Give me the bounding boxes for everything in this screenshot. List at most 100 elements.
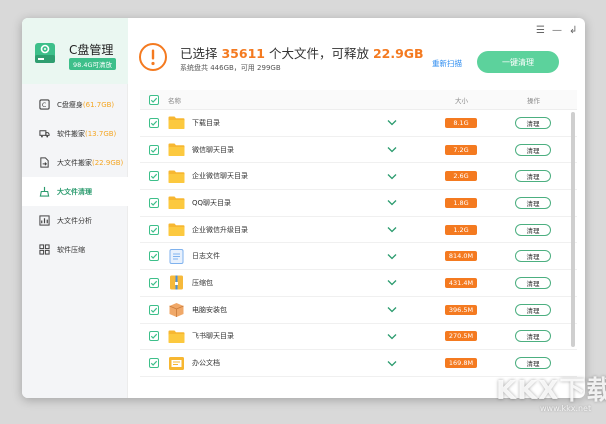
sidebar-item-label: 软件压缩 (57, 245, 85, 254)
svg-text:C: C (42, 101, 47, 109)
package-icon (168, 302, 185, 318)
brand-header: C盘管理 98.4G可清放 (22, 18, 128, 84)
row-checkbox[interactable] (149, 117, 159, 128)
row-name: QQ聊天目录 (192, 198, 232, 207)
table-row[interactable]: QQ聊天目录 1.8G 清理 (140, 190, 577, 217)
analysis-icon (39, 215, 50, 226)
row-clean-button[interactable]: 清理 (515, 223, 551, 236)
sidebar-item-bigfile-clean[interactable]: 大文件清理 (22, 177, 128, 206)
row-clean-button[interactable]: 清理 (515, 276, 551, 289)
row-clean-button[interactable]: 清理 (515, 303, 551, 316)
row-size-badge: 1.2G (445, 224, 477, 235)
table-row[interactable]: 飞书聊天目录 270.5M 清理 (140, 324, 577, 351)
chevron-down-icon[interactable] (387, 226, 397, 233)
sidebar-item-software-compress[interactable]: 软件压缩 (22, 235, 128, 264)
table-row[interactable]: 下载目录 8.1G 清理 (140, 110, 577, 137)
disk-cleaner-logo-icon (35, 43, 55, 63)
sidebar-item-size: (61.7GB) (82, 100, 115, 109)
row-checkbox[interactable] (149, 277, 159, 288)
select-all-checkbox[interactable] (149, 94, 159, 105)
row-clean-button[interactable]: 清理 (515, 357, 551, 370)
row-checkbox[interactable] (149, 144, 159, 155)
minimize-button[interactable]: — (552, 25, 562, 36)
row-clean-button[interactable]: 清理 (515, 170, 551, 183)
row-size-badge: 8.1G (445, 117, 477, 128)
folder-icon (168, 142, 185, 157)
chevron-down-icon[interactable] (387, 146, 397, 153)
chevron-down-icon[interactable] (387, 199, 397, 206)
chevron-down-icon[interactable] (387, 173, 397, 180)
table-row[interactable]: 企业微信聊天目录 2.6G 清理 (140, 163, 577, 191)
folder-icon (168, 169, 185, 184)
scrollbar[interactable] (571, 112, 575, 347)
row-name: 企业微信升级目录 (192, 225, 248, 234)
sidebar: C盘管理 98.4G可清放 C C盘瘦身 (61.7GB) 软件搬家 (13.7… (22, 18, 128, 398)
compress-icon (39, 244, 50, 255)
broom-icon (39, 186, 50, 197)
table-row[interactable]: 企业微信升级目录 1.2G 清理 (140, 217, 577, 244)
row-name: 飞书聊天目录 (192, 332, 234, 341)
row-checkbox[interactable] (149, 197, 159, 208)
row-checkbox[interactable] (149, 358, 159, 369)
row-name: 办公文档 (192, 359, 220, 368)
row-clean-button[interactable]: 清理 (515, 196, 551, 209)
sidebar-item-size: (13.7GB) (85, 129, 117, 138)
chevron-down-icon[interactable] (387, 333, 397, 340)
row-size-badge: 814.0M (445, 251, 477, 262)
header-size: 大小 (455, 96, 468, 105)
summary-prefix: 已选择 (180, 46, 222, 61)
row-name: 压缩包 (192, 278, 213, 287)
row-clean-button[interactable]: 清理 (515, 250, 551, 263)
row-clean-button[interactable]: 清理 (515, 116, 551, 129)
freeable-size: 22.9GB (372, 46, 424, 61)
folder-icon (168, 222, 185, 237)
sidebar-item-software-move[interactable]: 软件搬家 (13.7GB) (22, 119, 128, 148)
table-row[interactable]: 压缩包 431.4M 清理 (140, 270, 577, 297)
chevron-down-icon[interactable] (387, 306, 397, 313)
row-checkbox[interactable] (149, 331, 159, 342)
row-checkbox[interactable] (149, 304, 159, 315)
chevron-down-icon[interactable] (387, 279, 397, 286)
sidebar-item-label: 大文件搬家 (57, 158, 92, 167)
table-row[interactable]: 电脑安装包 396.5M 清理 (140, 297, 577, 324)
row-size-badge: 1.8G (445, 197, 477, 208)
table-row[interactable]: 微信聊天目录 7.2G 清理 (140, 137, 577, 164)
watermark-logo-text: KKX下载 (496, 376, 606, 406)
disk-info: 系统盘共 446GB，可用 299GB (180, 64, 281, 72)
sidebar-item-bigfile-analysis[interactable]: 大文件分析 (22, 206, 128, 235)
row-size-badge: 2.6G (445, 171, 477, 182)
row-clean-button[interactable]: 清理 (515, 330, 551, 343)
table-row[interactable]: 日志文件 814.0M 清理 (140, 243, 577, 271)
sidebar-item-bigfile-move[interactable]: 大文件搬家 (22.9GB) (22, 148, 128, 177)
row-checkbox[interactable] (149, 171, 159, 182)
sidebar-item-c-slim[interactable]: C C盘瘦身 (61.7GB) (22, 90, 128, 119)
row-checkbox[interactable] (149, 251, 159, 262)
header-name: 名称 (168, 96, 181, 105)
row-size-badge: 270.5M (445, 331, 477, 342)
row-name: 企业微信聊天目录 (192, 172, 248, 181)
back-button[interactable]: ↲ (569, 25, 577, 36)
rescan-link[interactable]: 重新扫描 (432, 58, 462, 69)
freeable-badge: 98.4G可清放 (69, 58, 117, 70)
zip-icon (168, 275, 185, 290)
app-window: C盘管理 98.4G可清放 C C盘瘦身 (61.7GB) 软件搬家 (13.7… (22, 18, 585, 398)
chevron-down-icon[interactable] (387, 253, 397, 260)
file-move-icon (40, 157, 49, 168)
header-action: 操作 (527, 96, 540, 105)
row-checkbox[interactable] (149, 224, 159, 235)
sidebar-item-label: C盘瘦身 (57, 100, 83, 109)
menu-icon[interactable]: ☰ (536, 25, 545, 36)
row-size-badge: 396.5M (445, 304, 477, 315)
chevron-down-icon[interactable] (387, 119, 397, 126)
sidebar-item-size: (22.9GB) (92, 158, 124, 167)
sidebar-item-label: 软件搬家 (57, 129, 85, 138)
log-icon (168, 248, 185, 264)
clean-all-button[interactable]: 一键清理 (477, 51, 559, 73)
table-header: 名称 大小 操作 (140, 90, 577, 110)
row-size-badge: 169.8M (445, 358, 477, 369)
doc-icon (168, 356, 185, 371)
row-clean-button[interactable]: 清理 (515, 143, 551, 156)
chevron-down-icon[interactable] (387, 360, 397, 367)
folder-icon (168, 329, 185, 344)
folder-icon (168, 195, 185, 210)
